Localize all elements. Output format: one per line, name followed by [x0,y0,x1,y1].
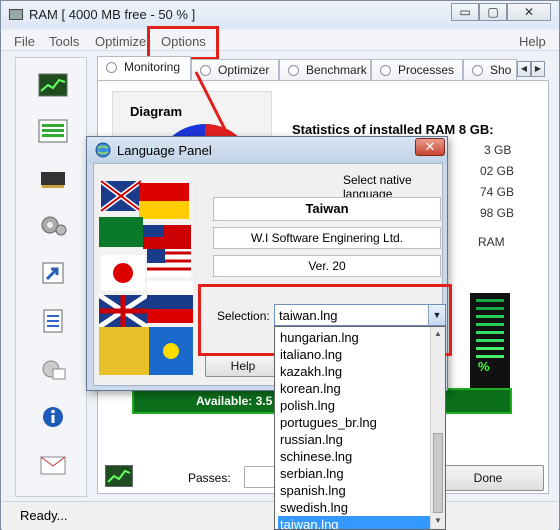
language-name-field: Taiwan [213,197,441,221]
list-item[interactable]: swedish.lng [278,499,430,516]
list-item[interactable]: kazakh.lng [278,363,430,380]
list-item[interactable]: serbian.lng [278,465,430,482]
language-dropdown-list: hungarian.lng italiano.lng kazakh.lng ko… [274,326,446,530]
company-field: W.I Software Enginering Ltd. [213,227,441,249]
dialog-title: Language Panel [117,143,212,158]
list-item[interactable]: spanish.lng [278,482,430,499]
list-item[interactable]: korean.lng [278,380,430,397]
dialog-close-button[interactable]: ✕ [415,138,445,156]
list-item[interactable]: italiano.lng [278,346,430,363]
list-item[interactable]: russian.lng [278,431,430,448]
version-field: Ver. 20 [213,255,441,277]
flags-image [99,177,193,377]
dropdown-scrollbar[interactable]: ▲ ▼ [430,327,445,529]
list-item[interactable]: hungarian.lng [278,329,430,346]
list-item[interactable]: schinese.lng [278,448,430,465]
help-button[interactable]: Help [205,355,281,377]
dialog-title-bar: Language Panel ✕ [87,137,447,163]
list-item[interactable]: polish.lng [278,397,430,414]
list-item[interactable]: portugues_br.lng [278,414,430,431]
list-item-selected[interactable]: taiwan.lng [278,516,430,529]
globe-icon [95,142,111,158]
